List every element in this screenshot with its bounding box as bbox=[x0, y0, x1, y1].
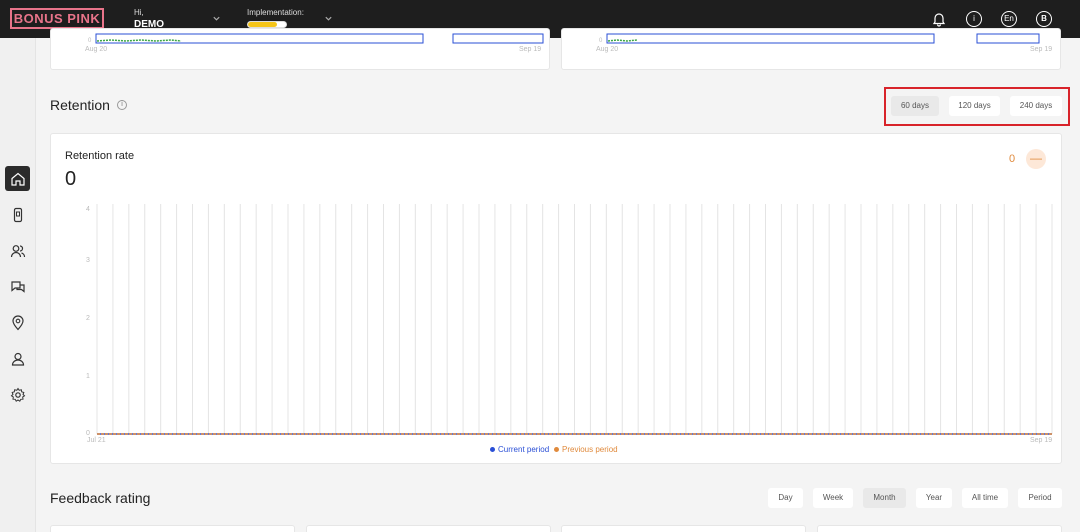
legend-dot bbox=[490, 447, 495, 453]
period-year-button[interactable]: Year bbox=[916, 488, 952, 508]
period-month-button[interactable]: Month bbox=[863, 488, 906, 508]
period-all-time-button[interactable]: All time bbox=[962, 488, 1008, 508]
period-day-button[interactable]: Day bbox=[768, 488, 803, 508]
legend-dot bbox=[554, 447, 559, 453]
period-week-button[interactable]: Week bbox=[813, 488, 853, 508]
feedback-rating-title: Feedback rating bbox=[50, 490, 151, 506]
y-tick-label: 0 bbox=[86, 430, 90, 437]
legend-current[interactable]: Current period bbox=[490, 445, 549, 454]
feedback-card-4 bbox=[817, 525, 1062, 532]
period-custom-button[interactable]: Period bbox=[1018, 488, 1062, 508]
y-tick-label: 1 bbox=[86, 373, 90, 380]
y-tick-label: 2 bbox=[86, 315, 90, 322]
feedback-card-1 bbox=[50, 525, 295, 532]
legend-previous[interactable]: Previous period bbox=[554, 445, 618, 454]
feedback-card-3 bbox=[561, 525, 806, 532]
y-tick-label: 3 bbox=[86, 257, 90, 264]
y-tick-label: 4 bbox=[86, 206, 90, 213]
x-axis-start: Jul 21 bbox=[87, 437, 106, 444]
x-axis-end: Sep 19 bbox=[1030, 437, 1053, 444]
feedback-card-2 bbox=[306, 525, 551, 532]
